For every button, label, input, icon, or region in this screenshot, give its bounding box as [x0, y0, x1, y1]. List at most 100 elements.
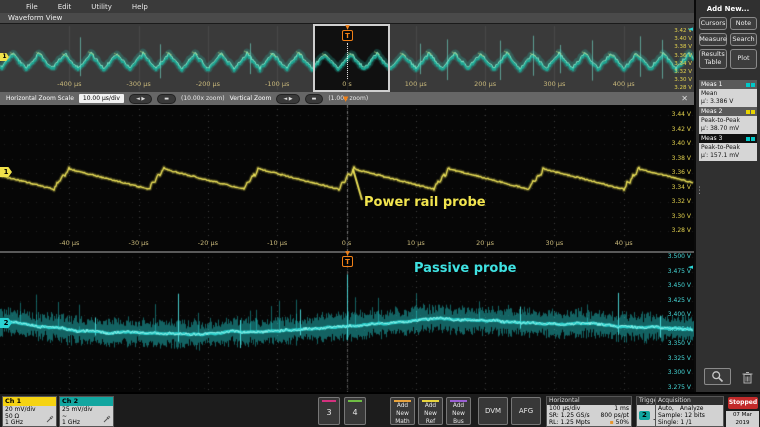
trigger-source-badge: 2	[639, 411, 650, 420]
waveform-view-title: Waveform View	[0, 13, 694, 24]
dvm-button[interactable]: DVM	[478, 397, 508, 425]
trigger-t-icon: T	[342, 30, 353, 41]
overview-x-label: 300 µs	[543, 80, 565, 88]
menu-file[interactable]: File	[26, 3, 38, 11]
acq-single: Single: 1 /1	[658, 420, 692, 427]
meas-type: Peak-to-Peak	[701, 144, 755, 152]
main-x-label: 0 s	[342, 239, 352, 247]
add-new-bus-button[interactable]: Add New Bus	[446, 397, 471, 425]
menu-help[interactable]: Help	[132, 3, 148, 11]
panel-resize-handle-icon[interactable]: ⋮	[695, 186, 704, 196]
main-y-label: 3.40 V	[672, 141, 691, 147]
overview-y-label: 3.30 V	[674, 78, 692, 84]
channel-1-label: Ch 1	[3, 397, 56, 406]
overview-y-label: 3.34 V	[674, 62, 692, 68]
bottom-graticule[interactable]: 3.500 V3.475 V3.450 V3.425 V3.400 V3.375…	[0, 253, 694, 392]
acquisition-panel[interactable]: Acquisition Auto, Analyze Sample: 12 bit…	[655, 396, 724, 427]
bottom-y-label: 3.450 V	[668, 283, 691, 289]
h-zoom-pan-buttons[interactable]: ◄ ▶	[129, 94, 152, 104]
overview-y-label: 3.40 V	[674, 37, 692, 43]
meas-name: Meas 3	[701, 134, 722, 143]
bottom-trigger-marker[interactable]: ▼ T	[341, 251, 354, 267]
overview-x-label: -400 µs	[57, 80, 81, 88]
search-button[interactable]: Search	[730, 33, 757, 46]
measure-button[interactable]: Measure	[699, 33, 727, 46]
bottom-y-label: 3.375 V	[668, 327, 691, 333]
meas-source-indicator	[746, 83, 755, 87]
add-new-ref-button[interactable]: Add New Ref	[418, 397, 443, 425]
meas-type: Mean	[701, 90, 755, 98]
overview-ch2-reference-arrow[interactable]: ◄	[688, 26, 693, 33]
horizontal-position: 50%	[616, 419, 629, 426]
channel-4-button[interactable]: 4	[344, 397, 366, 425]
main-x-label: -10 µs	[267, 239, 287, 247]
main-graticule[interactable]: -40 µs-30 µs-20 µs-10 µs0 s10 µs20 µs30 …	[0, 105, 694, 251]
passive-probe-waveform[interactable]	[0, 253, 694, 392]
add-new-math-button[interactable]: Add New Math	[390, 397, 415, 425]
acquisition-title: Acquisition	[656, 397, 723, 405]
overview-x-label: 200 µs	[474, 80, 496, 88]
v-zoom-slider[interactable]: ▬	[305, 94, 324, 104]
oscilloscope-app: File Edit Utility Help Waveform View -40…	[0, 0, 760, 427]
overview-x-label: -200 µs	[196, 80, 220, 88]
v-zoom-pan-buttons[interactable]: ◄ ▶	[276, 94, 299, 104]
note-button[interactable]: Note	[730, 17, 757, 30]
channel-4-label: 4	[345, 402, 365, 424]
bottom-y-label: 3.300 V	[668, 370, 691, 376]
bottom-y-label: 3.350 V	[668, 341, 691, 347]
main-y-label: 3.34 V	[672, 185, 691, 191]
power-rail-annotation: Power rail probe	[364, 195, 486, 210]
bottom-y-label: 3.325 V	[668, 356, 691, 362]
overview-graticule[interactable]: -400 µs-300 µs-200 µs-100 µs100 µs200 µs…	[0, 24, 694, 92]
overview-x-label: 100 µs	[405, 80, 427, 88]
menu-utility[interactable]: Utility	[91, 3, 112, 11]
meas-3-badge[interactable]: Meas 3 Peak-to-Peak μ′: 157.1 mV	[699, 134, 757, 161]
main-y-label: 3.32 V	[672, 199, 691, 205]
power-rail-waveform[interactable]	[0, 105, 694, 251]
main-x-label: 20 µs	[476, 239, 494, 247]
h-zoom-scale-value[interactable]: 10.00 µs/div	[79, 94, 124, 103]
menu-bar: File Edit Utility Help	[0, 0, 694, 13]
overview-x-label: -300 µs	[126, 80, 150, 88]
date-time-display: 07 Mar 2019 12:52:31 PM	[726, 411, 759, 427]
channel-1-badge[interactable]: Ch 1 20 mV/div 50 Ω 1 GHz	[2, 396, 57, 427]
main-x-label: 40 µs	[615, 239, 633, 247]
channel-3-label: 3	[319, 402, 339, 424]
meas-name: Meas 1	[701, 80, 722, 89]
passive-probe-annotation: Passive probe	[414, 261, 516, 276]
meas-1-badge[interactable]: Meas 1 Mean μ′: 3.386 V	[699, 80, 757, 107]
meas-value: μ′: 157.1 mV	[701, 152, 755, 160]
cursors-button[interactable]: Cursors	[699, 17, 727, 30]
main-y-label: 3.44 V	[672, 112, 691, 118]
results-table-button[interactable]: Results Table	[699, 49, 727, 69]
overview-y-label: 3.36 V	[674, 54, 692, 60]
zoom-close-icon[interactable]: ✕	[681, 94, 688, 103]
h-zoom-slider[interactable]: ▬	[157, 94, 176, 104]
meas-2-badge[interactable]: Meas 2 Peak-to-Peak μ′: 38.70 mV	[699, 107, 757, 134]
channel-2-badge[interactable]: Ch 2 25 mV/div ~ 1 GHz	[59, 396, 114, 427]
overview-y-label: 3.32 V	[674, 70, 692, 76]
add-new-title: Add New...	[696, 5, 760, 13]
horizontal-panel[interactable]: Horizontal 100 µs/div 1 ms SR: 1.25 GS/s…	[546, 396, 632, 427]
main-x-label: -40 µs	[59, 239, 79, 247]
ch2-reference-arrow[interactable]: ◄	[688, 264, 693, 271]
trash-button[interactable]	[740, 369, 754, 385]
bottom-y-label: 3.275 V	[668, 385, 691, 391]
main-x-label: -30 µs	[128, 239, 148, 247]
afg-button[interactable]: AFG	[511, 397, 541, 425]
horizontal-title: Horizontal	[547, 397, 631, 405]
channel-3-button[interactable]: 3	[318, 397, 340, 425]
draw-a-box-zoom-button[interactable]	[704, 368, 731, 385]
main-y-label: 3.42 V	[672, 127, 691, 133]
plot-button[interactable]: Plot	[730, 49, 757, 69]
stopped-button[interactable]: Stopped	[728, 397, 758, 409]
trigger-t-icon: T	[342, 256, 353, 267]
overview-trigger-marker[interactable]: ▼ T	[341, 25, 354, 41]
bottom-y-label: 3.500 V	[668, 254, 691, 260]
meas-source-indicator	[746, 137, 755, 141]
overview-zero-label: 0 s	[342, 80, 352, 88]
status-bar: Ch 1 20 mV/div 50 Ω 1 GHz Ch 2 25 mV/div…	[0, 392, 760, 427]
results-panel: Add New... Cursors Note Measure Search R…	[694, 0, 760, 392]
h-zoom-factor: (10.00x zoom)	[181, 95, 225, 102]
menu-edit[interactable]: Edit	[58, 3, 72, 11]
